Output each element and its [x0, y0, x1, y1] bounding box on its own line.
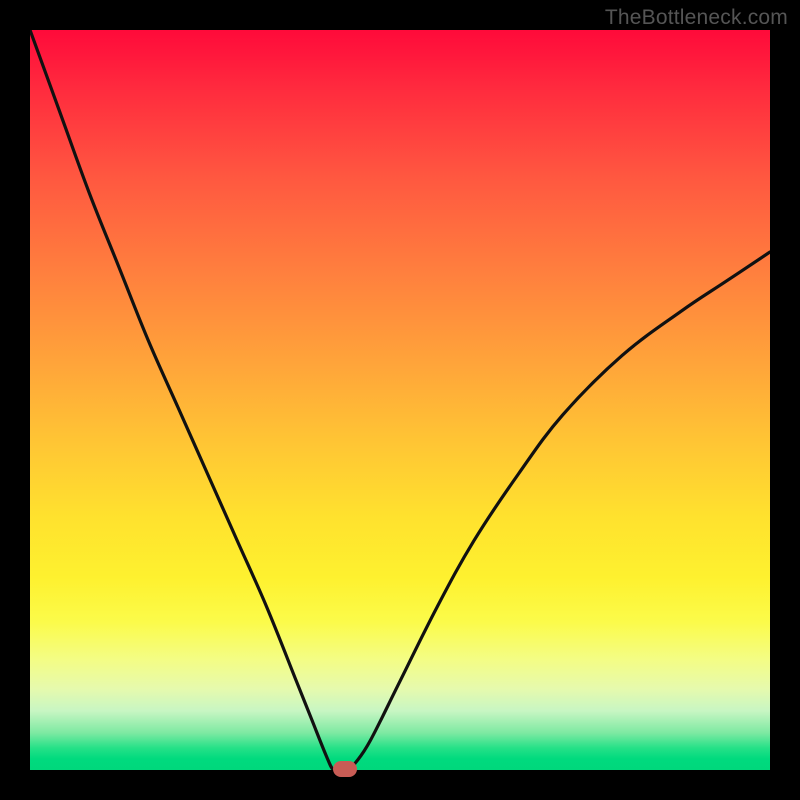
- bottleneck-curve: [30, 30, 770, 770]
- watermark-text: TheBottleneck.com: [605, 6, 788, 30]
- optimal-marker: [333, 761, 357, 777]
- plot-area: [30, 30, 770, 770]
- chart-frame: TheBottleneck.com: [0, 0, 800, 800]
- curve-path: [30, 30, 770, 770]
